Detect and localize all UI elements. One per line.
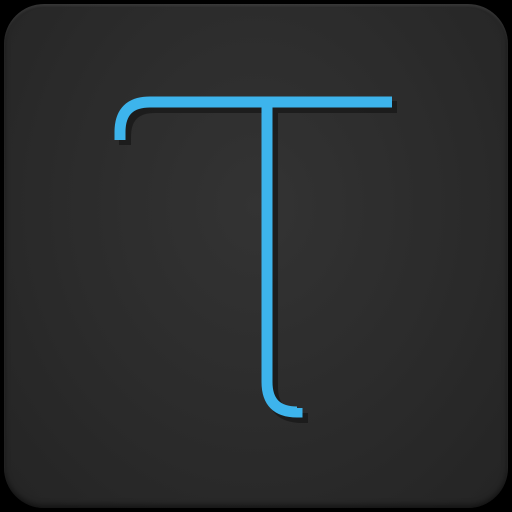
icon-canvas bbox=[0, 0, 512, 512]
letter-t-shadow bbox=[119, 101, 397, 424]
letter-t-icon bbox=[114, 96, 397, 424]
app-icon[interactable] bbox=[4, 4, 508, 508]
letter-t-stroke bbox=[114, 96, 392, 418]
